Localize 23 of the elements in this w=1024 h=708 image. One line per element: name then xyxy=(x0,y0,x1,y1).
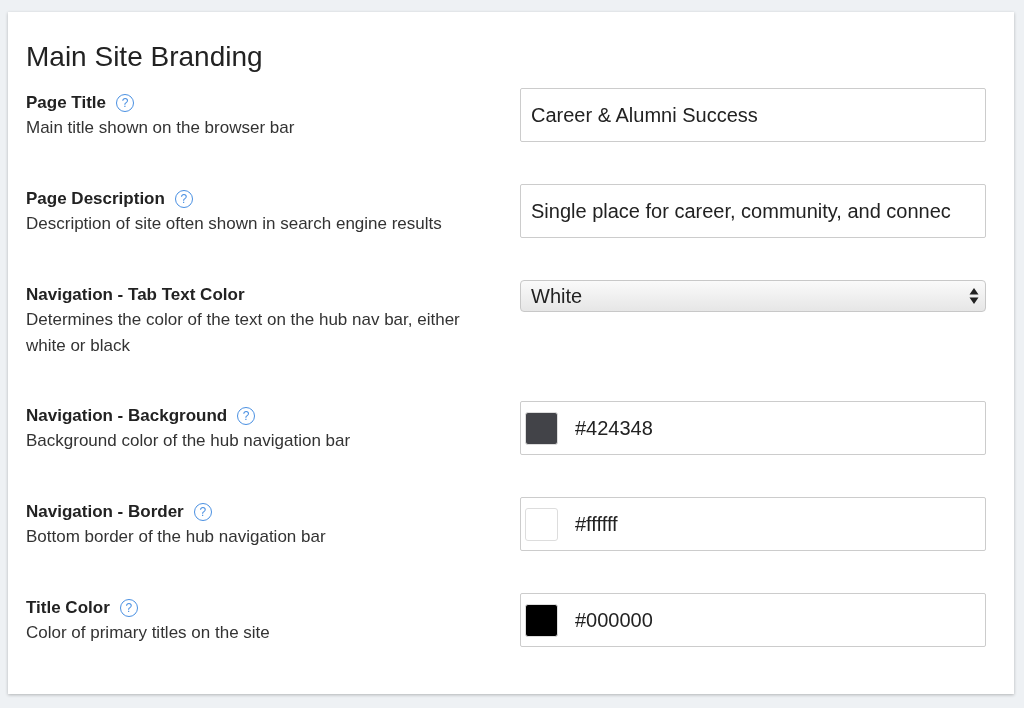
text-input-field[interactable]: Single place for career, community, and connec xyxy=(520,184,986,238)
select-dropdown[interactable]: White xyxy=(520,280,986,312)
field-description: Background color of the hub navigation bar xyxy=(26,430,352,452)
field-label: Navigation - Border xyxy=(26,502,184,522)
field-label: Navigation - Background xyxy=(26,406,228,426)
field-description: Main title shown on the browser bar xyxy=(26,117,296,139)
updown-arrows-icon xyxy=(969,287,979,305)
text-input-field[interactable]: Career & Alumni Success xyxy=(520,88,986,142)
field-description: Description of site often shown in search engine results xyxy=(26,213,443,235)
color-swatch[interactable] xyxy=(525,411,558,445)
field-label: Page Description xyxy=(26,189,165,209)
section-title: Main Site Branding xyxy=(26,40,263,74)
color-swatch[interactable] xyxy=(525,507,558,541)
field-label: Navigation - Tab Text Color xyxy=(26,285,245,305)
color-input-field[interactable]: #000000 xyxy=(520,593,986,647)
field-description: Color of primary titles on the site xyxy=(26,622,271,644)
field-label: Title Color xyxy=(26,598,110,618)
field-label: Page Title xyxy=(26,93,106,113)
color-swatch[interactable] xyxy=(525,603,558,637)
field-description: Determines the color of the text on the hub nav bar, either white or black xyxy=(26,309,461,357)
color-input-field[interactable]: #ffffff xyxy=(520,497,986,551)
color-input-field[interactable]: #424348 xyxy=(520,401,986,455)
field-description: Bottom border of the hub navigation bar xyxy=(26,526,327,548)
